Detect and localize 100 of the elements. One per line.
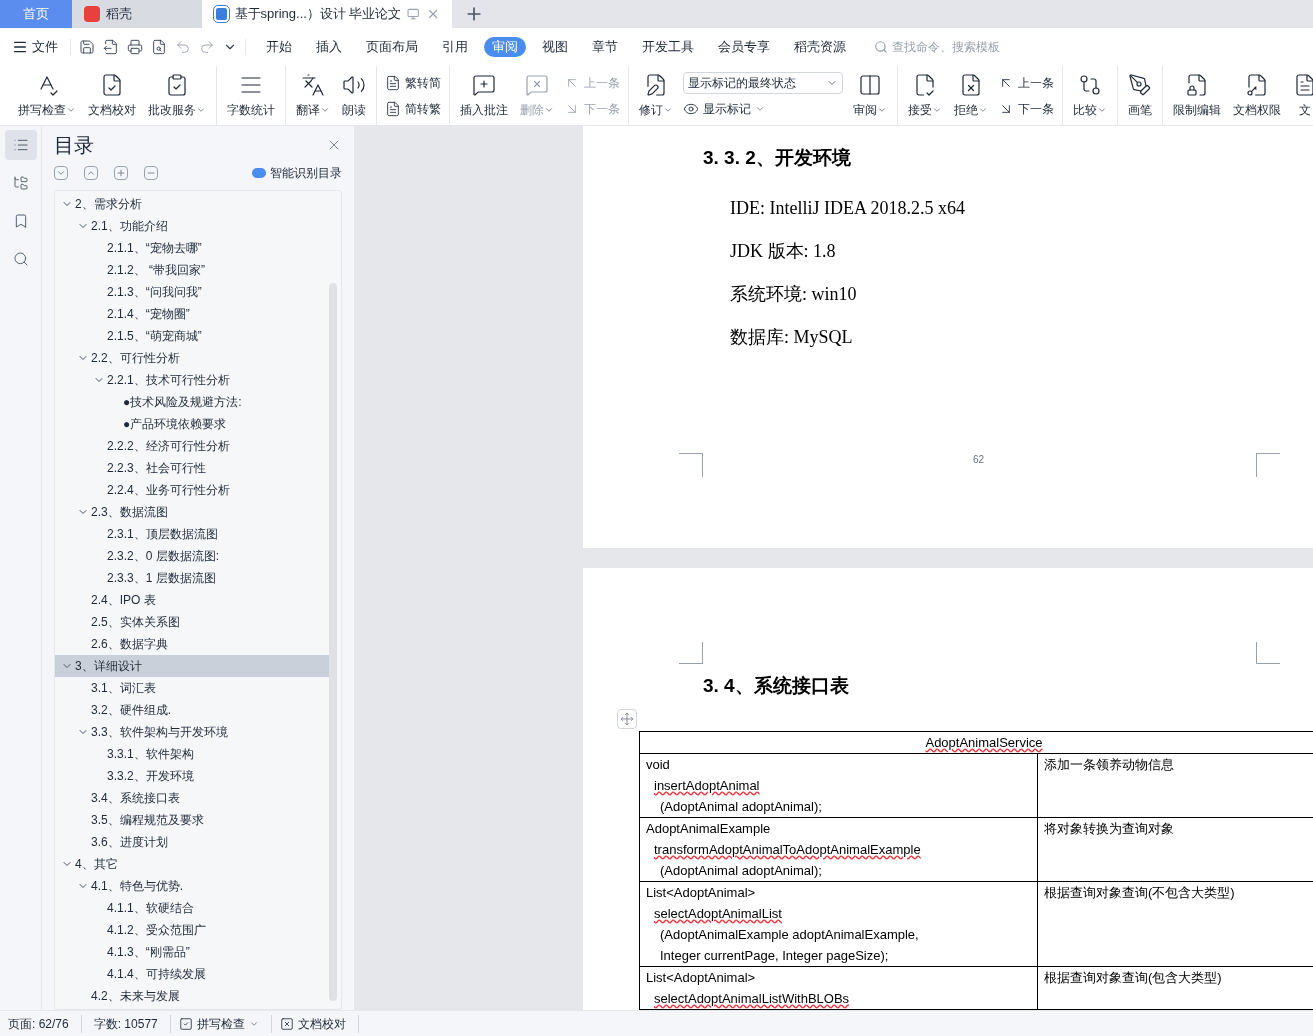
- ribbon-tab[interactable]: 开始: [258, 37, 300, 57]
- expand-up-icon[interactable]: [84, 166, 98, 180]
- toc-item[interactable]: 3、详细设计: [55, 655, 329, 677]
- scrollbar-thumb[interactable]: [329, 283, 337, 1001]
- toc-item[interactable]: 2.1.1、“宠物去哪”: [55, 237, 329, 259]
- toc-item[interactable]: 4.1.2、受众范围广: [55, 919, 329, 941]
- table-cell-text: 根据查询对象查询(不包含大类型): [1043, 883, 1236, 902]
- menu-icon: [12, 39, 28, 55]
- ribbon-button[interactable]: 比较: [1071, 72, 1109, 119]
- toc-item[interactable]: 2.2.3、社会可行性: [55, 457, 329, 479]
- toc-item[interactable]: 3.3.1、软件架构: [55, 743, 329, 765]
- toc-item[interactable]: 3.3、软件架构与开发环境: [55, 721, 329, 743]
- ribbon-button[interactable]: 文档校对: [86, 72, 138, 119]
- ribbon-button[interactable]: 拒绝: [952, 72, 990, 119]
- undo-icon[interactable]: [175, 39, 191, 55]
- toc-item[interactable]: 2.5、实体关系图: [55, 611, 329, 633]
- collapse-all-icon[interactable]: [54, 166, 68, 180]
- toc-item[interactable]: ●技术风险及规避方法:: [55, 391, 329, 413]
- ribbon-button[interactable]: 插入批注: [458, 72, 510, 119]
- toc-item[interactable]: 2.3.3、1 层数据流图: [55, 567, 329, 589]
- toc-item[interactable]: 4、其它: [55, 853, 329, 875]
- command-search-field[interactable]: 查找命令、搜索模板: [874, 38, 1042, 56]
- ribbon-tab[interactable]: 稻壳资源: [786, 37, 854, 57]
- ribbon-tab[interactable]: 视图: [534, 37, 576, 57]
- ribbon-button[interactable]: 修订: [637, 72, 675, 119]
- ribbon-icon: [1185, 72, 1209, 97]
- toc-item[interactable]: 2.1、功能介绍: [55, 215, 329, 237]
- toc-item[interactable]: 2.4、IPO 表: [55, 589, 329, 611]
- ribbon-tab[interactable]: 插入: [308, 37, 350, 57]
- toc-item[interactable]: 2.3.1、顶层数据流图: [55, 523, 329, 545]
- crop-mark: [679, 642, 703, 664]
- toc-item[interactable]: 4.1.1、软硬结合: [55, 897, 329, 919]
- toc-item[interactable]: 3.3.2、开发环境: [55, 765, 329, 787]
- toc-item[interactable]: 3.1、词汇表: [55, 677, 329, 699]
- toc-item[interactable]: 2.1.3、“问我问我”: [55, 281, 329, 303]
- table-cell: AdoptAnimalExample transformAdoptAnimalToAdoptAnimalExample (AdoptAnimal adoptAnimal);: [640, 817, 1038, 881]
- export-icon[interactable]: [103, 39, 119, 55]
- ribbon-button[interactable]: 文: [1291, 72, 1313, 119]
- file-menu[interactable]: 文件: [12, 37, 66, 57]
- toc-item[interactable]: 4.1.4、可持续发展: [55, 963, 329, 985]
- ribbon-small-button[interactable]: 上一条: [998, 71, 1054, 94]
- toc-item[interactable]: 3.6、进度计划: [55, 831, 329, 853]
- proofread-button[interactable]: 文档校对: [270, 1014, 359, 1033]
- ribbon-button[interactable]: 审阅: [851, 72, 889, 119]
- outline-icon[interactable]: [4, 130, 37, 160]
- toc-item[interactable]: 2.6、数据字典: [55, 633, 329, 655]
- toc-item[interactable]: 2.2.1、技术可行性分析: [55, 369, 329, 391]
- table-cell: List<AdoptAnimal> selectAdoptAnimalListWithBLOBs: [640, 966, 1038, 1009]
- toc-item[interactable]: 2.2.4、业务可行性分析: [55, 479, 329, 501]
- toc-item[interactable]: 3.2、硬件组成.: [55, 699, 329, 721]
- spell-check-button[interactable]: 拼写检查: [169, 1014, 259, 1033]
- ribbon-small-button[interactable]: 下一条: [998, 97, 1054, 120]
- move-handle-icon[interactable]: [617, 708, 637, 729]
- redo-icon[interactable]: [199, 39, 215, 55]
- markup-mode-select[interactable]: 显示标记的最终状态: [683, 71, 843, 94]
- ribbon-tab[interactable]: 页面布局: [358, 37, 426, 57]
- ribbon-button[interactable]: 限制编辑: [1171, 72, 1223, 119]
- toc-item[interactable]: 2.3.2、0 层数据流图:: [55, 545, 329, 567]
- ribbon-small-button[interactable]: 简转繁: [385, 97, 441, 120]
- plus-icon[interactable]: [114, 166, 128, 180]
- toc-item[interactable]: 2.1.4、“宠物圈”: [55, 303, 329, 325]
- save-icon[interactable]: [79, 39, 95, 55]
- window-tab[interactable]: 稻壳: [72, 0, 202, 28]
- minus-icon[interactable]: [144, 166, 158, 180]
- ribbon-tab[interactable]: 章节: [584, 37, 626, 57]
- print-icon[interactable]: [127, 39, 143, 55]
- smart-toc-button[interactable]: 智能识别目录: [252, 164, 342, 182]
- toc-item[interactable]: 2、需求分析: [55, 193, 329, 215]
- toc-item[interactable]: 2.1.2、 “带我回家”: [55, 259, 329, 281]
- ribbon-tab[interactable]: 引用: [434, 37, 476, 57]
- ribbon-icon: [100, 72, 124, 97]
- ribbon-button[interactable]: 文档权限: [1231, 72, 1283, 119]
- toc-item[interactable]: 4.1、特色与优势.: [55, 875, 329, 897]
- ribbon-icon: [1128, 72, 1152, 97]
- toc-item[interactable]: 2.2.2、经济可行性分析: [55, 435, 329, 457]
- toc-item[interactable]: 2.1.5、“萌宠商城”: [55, 325, 329, 347]
- ribbon-button[interactable]: 画笔: [1126, 72, 1154, 119]
- ribbon-button[interactable]: 拼写检查: [16, 72, 78, 119]
- ribbon-button[interactable]: 批改服务: [146, 72, 208, 119]
- ribbon-button[interactable]: 朗读: [340, 72, 368, 119]
- toc-item[interactable]: 2.3、数据流图: [55, 501, 329, 523]
- checkbox-icon: [178, 1016, 193, 1031]
- toc-item[interactable]: 3.5、编程规范及要求: [55, 809, 329, 831]
- ribbon-button[interactable]: 字数统计: [225, 72, 277, 119]
- preview-icon[interactable]: [151, 39, 167, 55]
- ribbon-button[interactable]: 翻译: [294, 72, 332, 119]
- table-cell: void insertAdoptAnimal (AdoptAnimal adoptAnimal);: [640, 753, 1038, 817]
- toc-item[interactable]: 4.1.3、“刚需品”: [55, 941, 329, 963]
- window-tab[interactable]: 基于spring...）设计 毕业论文: [202, 0, 452, 28]
- monitor-icon[interactable]: [407, 7, 420, 21]
- toc-item[interactable]: 4.2、未来与发展: [55, 985, 329, 1007]
- ribbon-tab[interactable]: 开发工具: [634, 37, 702, 57]
- toc-item[interactable]: 3.4、系统接口表: [55, 787, 329, 809]
- ribbon-small-button[interactable]: 显示标记: [683, 97, 843, 120]
- ribbon-tab[interactable]: 会员专享: [710, 37, 778, 57]
- ribbon-button[interactable]: 接受: [906, 72, 944, 119]
- ribbon-icon: [301, 72, 325, 97]
- toc-item[interactable]: ●产品环境依赖要求: [55, 413, 329, 435]
- ribbon-small-button[interactable]: 繁转简: [385, 71, 441, 94]
- toc-item[interactable]: 2.2、可行性分析: [55, 347, 329, 369]
